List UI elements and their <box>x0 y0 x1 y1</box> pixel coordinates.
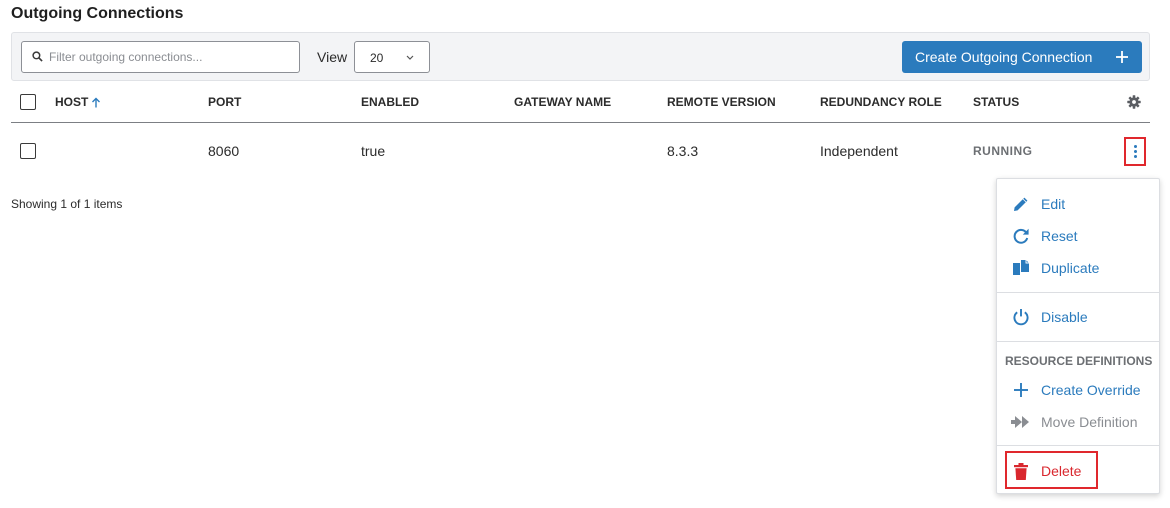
menu-divider <box>997 292 1159 293</box>
menu-item-edit-label: Edit <box>1041 196 1066 212</box>
column-header-gateway-name[interactable]: GATEWAY NAME <box>514 95 611 109</box>
search-box[interactable] <box>21 41 300 73</box>
plus-icon <box>1011 380 1031 400</box>
kebab-menu-icon[interactable] <box>1124 137 1146 166</box>
chevron-down-icon <box>406 55 414 60</box>
cell-remote-version: 8.3.3 <box>667 143 699 159</box>
menu-item-create-override[interactable]: Create Override <box>1011 378 1141 402</box>
toolbar: View 20 Create Outgoing Connection <box>11 32 1150 81</box>
menu-item-edit[interactable]: Edit <box>1011 192 1065 216</box>
column-header-port[interactable]: PORT <box>208 95 241 109</box>
menu-item-reset-label: Reset <box>1041 228 1078 244</box>
column-header-host-label: HOST <box>55 95 89 109</box>
menu-item-duplicate[interactable]: Duplicate <box>1011 256 1099 280</box>
page-size-value: 20 <box>370 51 384 65</box>
page-title: Outgoing Connections <box>11 5 184 22</box>
menu-item-disable[interactable]: Disable <box>1011 305 1088 329</box>
menu-item-move-definition[interactable]: Move Definition <box>1011 410 1138 434</box>
search-input[interactable] <box>49 42 294 72</box>
view-label: View <box>317 49 348 65</box>
menu-item-create-override-label: Create Override <box>1041 382 1141 398</box>
menu-item-disable-label: Disable <box>1041 309 1088 325</box>
menu-item-delete-label: Delete <box>1041 463 1082 479</box>
gear-icon[interactable] <box>1127 95 1141 109</box>
trash-icon <box>1011 461 1031 481</box>
double-arrow-right-icon <box>1011 412 1031 432</box>
create-button-label: Create Outgoing Connection <box>915 49 1093 65</box>
row-actions-menu: Edit Reset Duplicate Disable RESOURCE DE… <box>996 178 1160 494</box>
plus-icon <box>1116 51 1128 63</box>
cell-enabled: true <box>361 143 386 159</box>
menu-divider <box>997 341 1159 342</box>
refresh-icon <box>1011 226 1031 246</box>
select-all-checkbox[interactable] <box>20 94 36 110</box>
menu-item-reset[interactable]: Reset <box>1011 224 1078 248</box>
menu-item-duplicate-label: Duplicate <box>1041 260 1100 276</box>
pagination-summary: Showing 1 of 1 items <box>11 197 123 211</box>
arrow-up-icon <box>92 97 101 107</box>
row-checkbox[interactable] <box>20 143 36 159</box>
cell-port: 8060 <box>208 143 240 159</box>
search-icon <box>32 51 43 62</box>
column-header-host[interactable]: HOST <box>55 95 101 109</box>
column-header-remote-version[interactable]: REMOTE VERSION <box>667 95 776 109</box>
menu-divider <box>997 445 1159 446</box>
create-outgoing-connection-button[interactable]: Create Outgoing Connection <box>902 41 1142 73</box>
menu-item-delete[interactable]: Delete <box>1011 459 1081 483</box>
page-size-select[interactable]: 20 <box>354 41 430 73</box>
pencil-icon <box>1011 194 1031 214</box>
column-header-redundancy-role[interactable]: REDUNDANCY ROLE <box>820 95 942 109</box>
power-icon <box>1011 307 1031 327</box>
cell-redundancy-role: Independent <box>820 143 898 159</box>
column-header-status[interactable]: STATUS <box>973 95 1019 109</box>
status-badge: RUNNING <box>973 144 1033 158</box>
menu-section-label: RESOURCE DEFINITIONS <box>1005 354 1153 368</box>
copy-icon <box>1011 258 1031 278</box>
menu-item-move-definition-label: Move Definition <box>1041 414 1138 430</box>
table-header: HOST PORT ENABLED GATEWAY NAME REMOTE VE… <box>11 82 1150 123</box>
table-row: 8060 true 8.3.3 Independent RUNNING <box>11 123 1150 179</box>
column-header-enabled[interactable]: ENABLED <box>361 95 419 109</box>
